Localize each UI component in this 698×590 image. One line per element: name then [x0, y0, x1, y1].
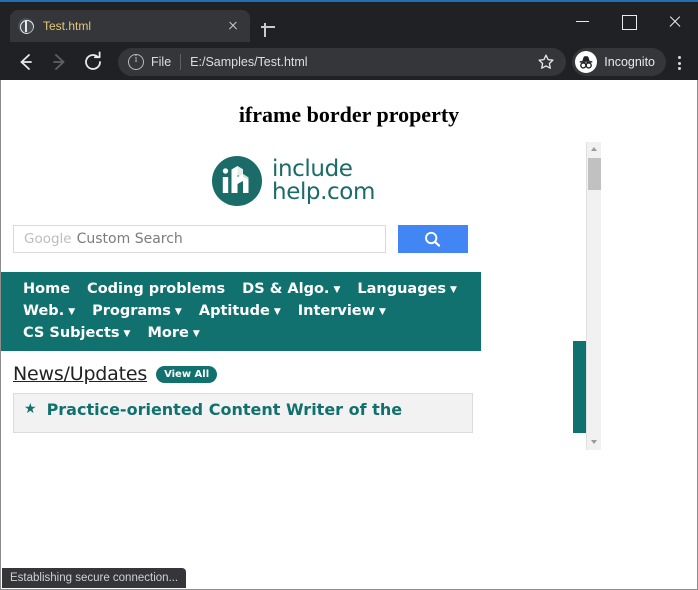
nav-label: Coding problems — [87, 281, 226, 297]
chevron-down-icon: ▼ — [379, 307, 386, 317]
omnibox-divider — [180, 54, 182, 70]
google-brand-label: Google — [24, 231, 72, 247]
news-list-item[interactable]: ★ Practice-oriented Content Writer of th… — [13, 393, 473, 433]
chevron-down-icon: ▼ — [273, 307, 281, 317]
ih-monogram-icon — [212, 156, 263, 206]
info-circle-icon[interactable] — [128, 53, 144, 70]
status-bar: Establishing secure connection... — [2, 568, 187, 588]
maximize-window-button[interactable] — [606, 6, 652, 36]
chevron-down-icon: ▼ — [174, 307, 182, 317]
chevron-down-icon: ▼ — [333, 285, 341, 295]
news-section-title: News/Updates — [13, 363, 148, 385]
page-title: iframe border property — [238, 102, 460, 127]
news-header: News/Updates View All — [13, 363, 473, 385]
nav-label: Home — [23, 281, 71, 297]
nav-item-web[interactable]: Web. ▼ — [23, 303, 75, 319]
view-all-button[interactable]: View All — [156, 365, 218, 383]
nav-item-ds-algo[interactable]: DS & Algo. ▼ — [242, 281, 340, 297]
news-item-text: Practice-oriented Content Writer of the — [46, 400, 403, 419]
site-logo-text: include help.com — [272, 155, 375, 205]
tab-strip: Test.html — [0, 4, 698, 42]
browser-toolbar: File E:/Samples/Test.html — [0, 42, 698, 82]
url-text: E:/Samples/Test.html — [190, 55, 308, 69]
close-tab-icon[interactable] — [224, 17, 242, 35]
scrollbar-thumb[interactable] — [588, 158, 601, 190]
search-row: Google Custom Search — [13, 225, 468, 253]
browser-window: Test.html i File E:/Samples/Test.html In… — [0, 0, 698, 590]
search-icon — [425, 231, 441, 247]
nav-row-1: Home Coding problems DS & Algo. ▼ Languag… — [23, 281, 459, 297]
profile-label: Incognito — [604, 55, 655, 69]
star-bullet-icon: ★ — [24, 400, 37, 416]
window-controls — [560, 6, 698, 36]
nav-label: DS & Algo. — [242, 281, 330, 297]
iframe-includehelp[interactable]: include help.com Google Custom Search Ho… — [1, 142, 601, 450]
minimize-window-button[interactable] — [560, 6, 606, 36]
close-window-button[interactable] — [652, 6, 698, 36]
news-updates-section: News/Updates View All ★ Practice-oriente… — [13, 363, 473, 433]
nav-label: Programs — [92, 303, 171, 319]
page-viewport: iframe border property include help.com … — [0, 80, 698, 590]
back-arrow-icon[interactable] — [10, 47, 40, 77]
nav-label: Aptitude — [198, 303, 270, 319]
search-placeholder: Custom Search — [76, 231, 183, 247]
nav-item-interview[interactable]: Interview ▼ — [298, 303, 386, 319]
nav-item-home[interactable]: Home — [23, 281, 70, 297]
logo-line-1: include — [272, 155, 353, 182]
nav-label: Web. — [23, 303, 65, 319]
nav-label: Languages — [357, 281, 447, 297]
nav-label: Interview — [297, 303, 376, 319]
iframe-document: include help.com Google Custom Search Ho… — [1, 142, 586, 450]
forward-arrow-icon[interactable] — [44, 47, 74, 77]
url-scheme-label: File — [151, 55, 172, 69]
site-navigation: Home Coding problems DS & Algo. ▼ Languag… — [1, 272, 481, 351]
nav-item-coding-problems[interactable]: Coding problems — [87, 281, 225, 297]
nav-label: More — [147, 325, 189, 341]
nav-row-3: CS Subjects ▼ More ▼ — [23, 325, 459, 341]
nav-item-languages[interactable]: Languages ▼ — [357, 281, 457, 297]
browser-tab-test-html[interactable]: Test.html — [10, 10, 250, 42]
profile-incognito-button[interactable]: Incognito — [572, 48, 666, 76]
search-input[interactable]: Google Custom Search — [13, 225, 386, 253]
chevron-down-icon: ▼ — [450, 285, 457, 295]
logo-line-2: help.com — [272, 179, 375, 205]
nav-item-programs[interactable]: Programs ▼ — [92, 303, 182, 319]
address-bar[interactable]: File E:/Samples/Test.html — [118, 48, 567, 76]
incognito-avatar-icon — [575, 51, 598, 73]
site-logo[interactable]: include help.com — [1, 154, 586, 208]
new-tab-button[interactable] — [258, 17, 278, 37]
chevron-down-icon: ▼ — [68, 307, 76, 317]
scroll-down-arrow-icon[interactable] — [587, 435, 601, 450]
browser-chrome: Test.html i File E:/Samples/Test.html In… — [0, 0, 698, 80]
scroll-up-arrow-icon[interactable] — [587, 142, 601, 157]
star-icon[interactable] — [536, 52, 556, 72]
nav-item-cs-subjects[interactable]: CS Subjects ▼ — [23, 325, 130, 341]
tab-title: Test.html — [43, 19, 92, 33]
chevron-down-icon: ▼ — [123, 329, 131, 339]
reload-icon[interactable] — [78, 47, 108, 77]
nav-item-aptitude[interactable]: Aptitude ▼ — [199, 303, 281, 319]
chevron-down-icon: ▼ — [192, 329, 200, 339]
search-button[interactable] — [398, 225, 468, 253]
globe-icon — [18, 18, 34, 34]
nav-overflow-strip — [573, 341, 586, 433]
iframe-scrollbar[interactable] — [586, 142, 601, 450]
nav-row-2: Web. ▼ Programs ▼ Aptitude ▼ Interview ▼ — [23, 303, 459, 319]
three-dot-menu-icon[interactable] — [668, 47, 690, 77]
nav-item-more[interactable]: More ▼ — [147, 325, 199, 341]
nav-label: CS Subjects — [23, 325, 120, 341]
